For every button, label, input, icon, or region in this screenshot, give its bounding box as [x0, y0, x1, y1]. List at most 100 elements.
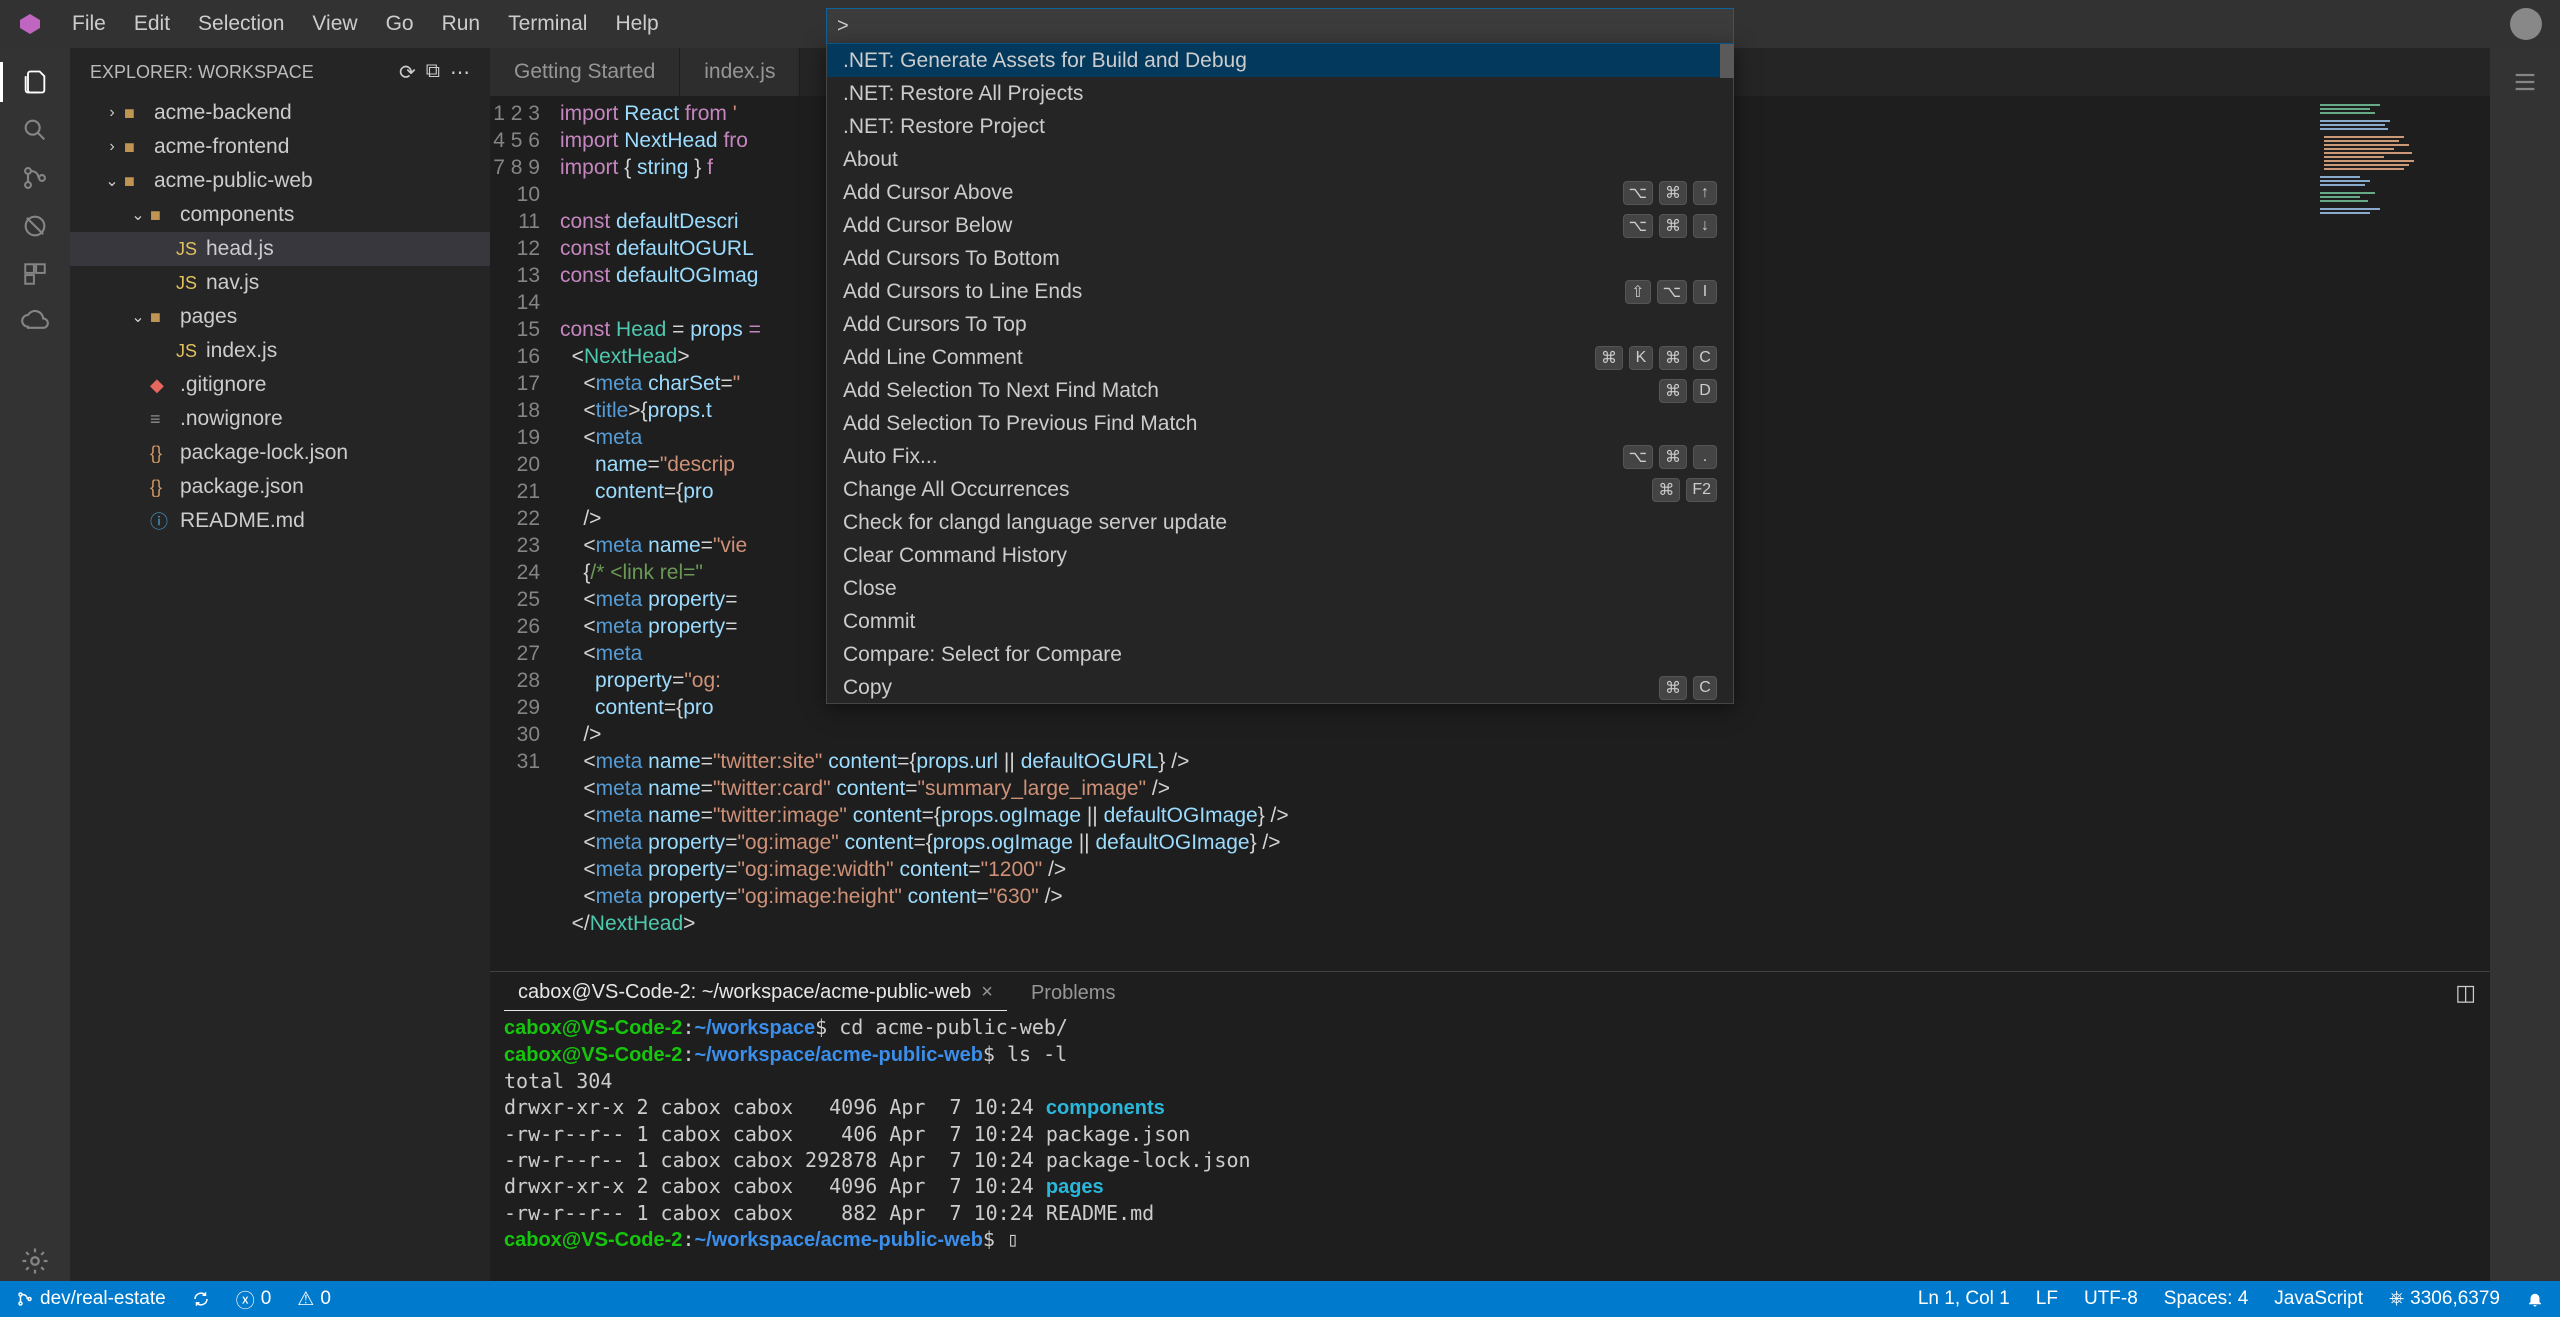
refresh-icon[interactable]: ⟳: [399, 60, 416, 85]
more-icon[interactable]: ⋯: [450, 60, 470, 85]
command-item[interactable]: Add Line Comment⌘K⌘C: [827, 341, 1733, 374]
js-icon: JS: [176, 239, 198, 260]
command-item[interactable]: Add Cursor Below⌥⌘↓: [827, 209, 1733, 242]
command-item[interactable]: Add Cursor Above⌥⌘↑: [827, 176, 1733, 209]
txt-icon: ≡: [150, 409, 172, 430]
terminal-output[interactable]: cabox@VS-Code-2:~/workspace$ cd acme-pub…: [490, 1014, 2490, 1281]
editor-tab[interactable]: index.js: [680, 48, 800, 96]
indentation[interactable]: Spaces: 4: [2164, 1288, 2249, 1310]
terminal-tab[interactable]: cabox@VS-Code-2: ~/workspace/acme-public…: [504, 975, 1007, 1011]
menu-bar: FileEditSelectionViewGoRunTerminalHelp: [60, 8, 671, 40]
menu-item-selection[interactable]: Selection: [186, 8, 296, 40]
right-activity-bar: [2490, 48, 2560, 1281]
tree-row[interactable]: JShead.js: [70, 232, 490, 266]
tree-row[interactable]: ⓘREADME.md: [70, 504, 490, 538]
titlebar: FileEditSelectionViewGoRunTerminalHelp .…: [0, 0, 2560, 48]
tree-row[interactable]: ◆.gitignore: [70, 368, 490, 402]
command-item[interactable]: Add Cursors To Bottom: [827, 242, 1733, 275]
folder-icon: ■: [150, 205, 172, 226]
eol[interactable]: LF: [2036, 1288, 2058, 1310]
md-icon: ⓘ: [150, 508, 172, 534]
command-palette-input[interactable]: [837, 15, 1723, 38]
problems-tab[interactable]: Problems: [1017, 976, 1129, 1011]
ports[interactable]: ⎈ 3306,6379: [2389, 1288, 2500, 1310]
explorer-icon[interactable]: [15, 62, 55, 102]
menu-item-run[interactable]: Run: [430, 8, 493, 40]
git-branch[interactable]: dev/real-estate: [16, 1288, 166, 1310]
twistie-icon[interactable]: ›: [100, 104, 124, 122]
settings-gear-icon[interactable]: [15, 1241, 55, 1281]
command-item[interactable]: Add Cursors to Line Ends⇧⌥I: [827, 275, 1733, 308]
command-item[interactable]: Add Selection To Previous Find Match: [827, 407, 1733, 440]
editor-tab[interactable]: Getting Started: [490, 48, 680, 96]
encoding[interactable]: UTF-8: [2084, 1288, 2138, 1310]
menu-item-view[interactable]: View: [300, 8, 369, 40]
bottom-panel: cabox@VS-Code-2: ~/workspace/acme-public…: [490, 971, 2490, 1281]
tree-row[interactable]: ≡.nowignore: [70, 402, 490, 436]
command-item[interactable]: .NET: Generate Assets for Build and Debu…: [827, 44, 1733, 77]
twistie-icon[interactable]: ›: [100, 138, 124, 156]
command-item[interactable]: Auto Fix...⌥⌘.: [827, 440, 1733, 473]
menu-item-help[interactable]: Help: [603, 8, 670, 40]
explorer-sidebar: EXPLORER: WORKSPACE ⟳ ⧉ ⋯ ›■acme-backend…: [70, 48, 490, 1281]
folder-icon: ■: [124, 103, 146, 124]
command-item[interactable]: Commit: [827, 605, 1733, 638]
notifications-icon[interactable]: [2526, 1288, 2544, 1310]
tree-row[interactable]: {}package-lock.json: [70, 436, 490, 470]
source-control-icon[interactable]: [15, 158, 55, 198]
command-item[interactable]: About: [827, 143, 1733, 176]
tree-row[interactable]: ⌄■components: [70, 198, 490, 232]
split-panel-icon[interactable]: ◫: [2455, 980, 2476, 1006]
menu-item-terminal[interactable]: Terminal: [496, 8, 599, 40]
warnings-count[interactable]: ⚠ 0: [297, 1288, 331, 1311]
tree-row[interactable]: ›■acme-frontend: [70, 130, 490, 164]
minimap[interactable]: [2310, 96, 2490, 971]
cursor-position[interactable]: Ln 1, Col 1: [1918, 1288, 2010, 1310]
twistie-icon[interactable]: ⌄: [100, 171, 124, 191]
extensions-icon[interactable]: [15, 254, 55, 294]
scrollbar-thumb[interactable]: [1720, 44, 1734, 78]
file-tree[interactable]: ›■acme-backend›■acme-frontend⌄■acme-publ…: [70, 96, 490, 1281]
tree-row[interactable]: {}package.json: [70, 470, 490, 504]
pkg-icon: {}: [150, 477, 172, 498]
command-item[interactable]: Check for clangd language server update: [827, 506, 1733, 539]
command-item[interactable]: Copy⌘C: [827, 671, 1733, 704]
command-palette-input-wrap[interactable]: [826, 8, 1734, 44]
language-mode[interactable]: JavaScript: [2274, 1288, 2363, 1310]
tree-row[interactable]: ⌄■acme-public-web: [70, 164, 490, 198]
tree-row[interactable]: JSnav.js: [70, 266, 490, 300]
folder-icon: ■: [124, 171, 146, 192]
command-item[interactable]: Clear Command History: [827, 539, 1733, 572]
search-icon[interactable]: [15, 110, 55, 150]
list-icon[interactable]: [2505, 62, 2545, 102]
tree-row[interactable]: ⌄■pages: [70, 300, 490, 334]
command-palette-list[interactable]: .NET: Generate Assets for Build and Debu…: [826, 44, 1734, 704]
menu-item-edit[interactable]: Edit: [122, 8, 182, 40]
user-avatar[interactable]: [2510, 8, 2542, 40]
js-icon: JS: [176, 341, 198, 362]
sidebar-title: EXPLORER: WORKSPACE: [90, 62, 314, 83]
tree-row[interactable]: JSindex.js: [70, 334, 490, 368]
app-logo-icon: [18, 12, 42, 36]
command-item[interactable]: .NET: Restore Project: [827, 110, 1733, 143]
remote-icon[interactable]: [15, 302, 55, 342]
sync-icon[interactable]: [192, 1290, 210, 1308]
command-item[interactable]: Change All Occurrences⌘F2: [827, 473, 1733, 506]
menu-item-go[interactable]: Go: [374, 8, 426, 40]
close-icon[interactable]: ×: [981, 981, 993, 1003]
tree-row[interactable]: ›■acme-backend: [70, 96, 490, 130]
twistie-icon[interactable]: ⌄: [126, 205, 150, 225]
debug-icon[interactable]: [15, 206, 55, 246]
command-item[interactable]: Compare: Select for Compare: [827, 638, 1733, 671]
activity-bar: [0, 48, 70, 1281]
menu-item-file[interactable]: File: [60, 8, 118, 40]
collapse-icon[interactable]: ⧉: [426, 60, 440, 85]
command-item[interactable]: Add Cursors To Top: [827, 308, 1733, 341]
twistie-icon[interactable]: ⌄: [126, 307, 150, 327]
git-icon: ◆: [150, 375, 172, 396]
command-item[interactable]: Add Selection To Next Find Match⌘D: [827, 374, 1733, 407]
sidebar-header: EXPLORER: WORKSPACE ⟳ ⧉ ⋯: [70, 48, 490, 96]
command-item[interactable]: .NET: Restore All Projects: [827, 77, 1733, 110]
command-item[interactable]: Close: [827, 572, 1733, 605]
errors-count[interactable]: ⓧ 0: [236, 1286, 272, 1313]
